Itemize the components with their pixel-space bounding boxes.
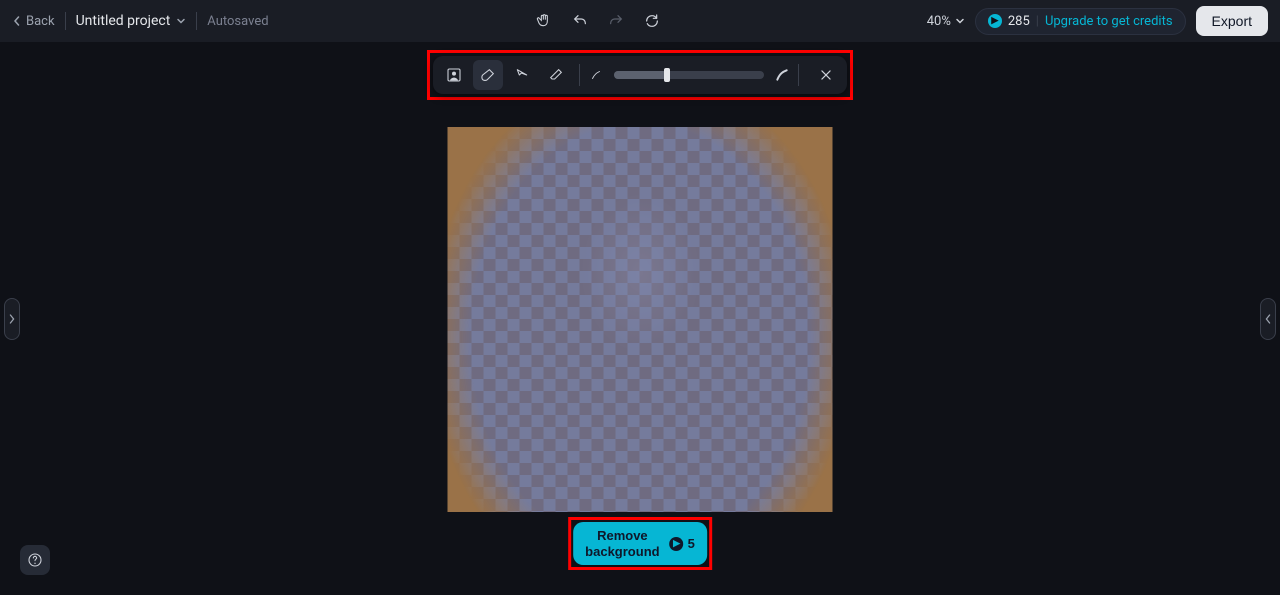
chevron-down-icon [176, 16, 186, 26]
pan-tool-button[interactable] [535, 12, 553, 30]
selection-mask-overlay [448, 127, 833, 512]
canvas-image[interactable] [448, 127, 833, 512]
zoom-level: 40% [927, 14, 951, 29]
divider [579, 64, 580, 86]
help-icon [27, 552, 43, 568]
redo-button [607, 12, 625, 30]
refresh-icon [644, 13, 660, 29]
top-bar: Back Untitled project Autosaved 40% ▶ [0, 0, 1280, 42]
lasso-icon [514, 67, 530, 83]
project-name-dropdown[interactable]: Untitled project [76, 13, 187, 29]
credits-count: 285 [1008, 14, 1030, 29]
slider-fill [614, 71, 667, 79]
divider [65, 12, 66, 30]
lasso-tool[interactable] [507, 60, 537, 90]
close-tool-panel-button[interactable] [811, 60, 841, 90]
slider-thumb[interactable] [664, 68, 670, 82]
divider: | [1036, 14, 1039, 29]
undo-button[interactable] [571, 12, 589, 30]
subject-select-tool[interactable] [439, 60, 469, 90]
canvas-area: Remove background ▶ 5 [0, 42, 1280, 595]
remove-bg-cost: ▶ 5 [670, 536, 695, 552]
undo-icon [572, 13, 588, 29]
autosaved-status: Autosaved [207, 14, 268, 29]
back-label: Back [26, 14, 55, 29]
brush-size-slider[interactable] [614, 71, 764, 79]
brush-size-small-icon [588, 67, 604, 83]
reset-button[interactable] [643, 12, 661, 30]
eraser-icon [548, 67, 564, 83]
remove-bg-label: Remove background [585, 528, 659, 559]
upgrade-link[interactable]: Upgrade to get credits [1045, 14, 1173, 29]
chevron-left-icon [12, 16, 22, 26]
expand-right-panel-handle[interactable] [1260, 298, 1276, 340]
top-bar-center [535, 12, 661, 30]
chevron-down-icon [955, 16, 965, 26]
tool-panel [433, 56, 847, 94]
export-button[interactable]: Export [1196, 6, 1268, 36]
credits-icon: ▶ [670, 537, 684, 551]
brush-size-large-icon [774, 67, 790, 83]
person-square-icon [446, 67, 462, 83]
divider [798, 64, 799, 86]
remove-bg-highlight: Remove background ▶ 5 [568, 517, 712, 570]
brush-icon [480, 67, 496, 83]
redo-icon [608, 13, 624, 29]
hand-icon [536, 13, 552, 29]
help-button[interactable] [20, 545, 50, 575]
top-bar-left: Back Untitled project Autosaved [12, 12, 269, 30]
brush-tool[interactable] [473, 60, 503, 90]
remove-background-button[interactable]: Remove background ▶ 5 [573, 522, 707, 565]
divider [196, 12, 197, 30]
zoom-dropdown[interactable]: 40% [927, 14, 965, 29]
top-bar-right: 40% ▶ 285 | Upgrade to get credits Expor… [927, 6, 1268, 36]
credits-badge: ▶ 285 | Upgrade to get credits [975, 8, 1186, 35]
credits-icon: ▶ [988, 14, 1002, 28]
chevron-left-icon [1264, 313, 1272, 325]
back-button[interactable]: Back [12, 14, 55, 29]
tool-panel-highlight [427, 50, 853, 100]
expand-left-panel-handle[interactable] [4, 298, 20, 340]
eraser-tool[interactable] [541, 60, 571, 90]
close-icon [819, 68, 833, 82]
project-name-label: Untitled project [76, 13, 171, 29]
chevron-right-icon [8, 313, 16, 325]
